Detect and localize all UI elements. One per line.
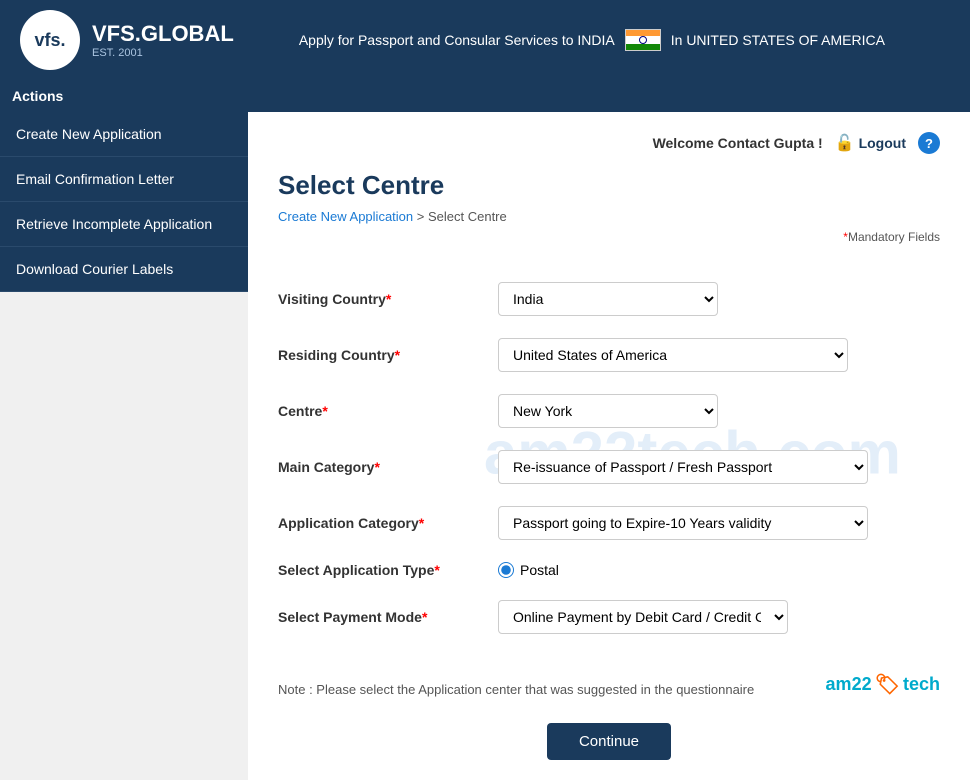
brand-name: VFS.GLOBAL xyxy=(92,21,234,47)
sidebar-item-create-new-application[interactable]: Create New Application xyxy=(0,112,248,157)
form-section: Select Centre Create New Application > S… xyxy=(278,170,940,760)
app-type-row: Select Application Type* Postal xyxy=(278,558,940,582)
payment-mode-label: Select Payment Mode* xyxy=(278,596,498,638)
vfs-logo: vfs. xyxy=(20,10,80,70)
visiting-country-row: Visiting Country* India xyxy=(278,278,940,320)
app-type-postal-option[interactable]: Postal xyxy=(498,562,940,578)
app-type-label: Select Application Type* xyxy=(278,558,498,582)
logout-button[interactable]: 🔓 Logout xyxy=(835,133,906,153)
centre-row: Centre* New York xyxy=(278,390,940,432)
brand-est: EST. 2001 xyxy=(92,47,234,59)
logout-icon: 🔓 xyxy=(835,133,855,153)
main-category-label: Main Category* xyxy=(278,446,498,488)
sidebar-item-download-courier-labels[interactable]: Download Courier Labels xyxy=(0,247,248,292)
logo-area: vfs. VFS.GLOBAL EST. 2001 xyxy=(20,10,234,70)
breadcrumb-parent[interactable]: Create New Application xyxy=(278,209,413,224)
help-icon[interactable]: ? xyxy=(918,132,940,154)
payment-mode-row: Select Payment Mode* Online Payment by D… xyxy=(278,596,940,638)
visiting-country-select[interactable]: India xyxy=(498,282,718,316)
centre-select[interactable]: New York xyxy=(498,394,718,428)
content-topbar: Welcome Contact Gupta ! 🔓 Logout ? xyxy=(278,132,940,154)
breadcrumb: Create New Application > Select Centre xyxy=(278,209,940,224)
main-category-select[interactable]: Re-issuance of Passport / Fresh Passport xyxy=(498,450,868,484)
brand-tag-icon: 🏷 xyxy=(875,672,900,697)
app-category-row: Application Category* Passport going to … xyxy=(278,502,940,544)
welcome-text: Welcome Contact Gupta ! xyxy=(653,135,823,151)
note-text: Note : Please select the Application cen… xyxy=(278,682,754,697)
header-tagline: Apply for Passport and Consular Services… xyxy=(234,29,950,51)
mandatory-note: *Mandatory Fields xyxy=(278,230,940,244)
payment-mode-select[interactable]: Online Payment by Debit Card / Credit Ca… xyxy=(498,600,788,634)
content-area: am22tech.com Welcome Contact Gupta ! 🔓 L… xyxy=(248,112,970,780)
am22-brand: am22 🏷 tech xyxy=(826,672,940,697)
app-category-label: Application Category* xyxy=(278,502,498,544)
visiting-country-label: Visiting Country* xyxy=(278,278,498,320)
app-category-select[interactable]: Passport going to Expire-10 Years validi… xyxy=(498,506,868,540)
residing-country-row: Residing Country* United States of Ameri… xyxy=(278,334,940,376)
centre-label: Centre* xyxy=(278,390,498,432)
button-row: Continue xyxy=(278,713,940,760)
main-layout: Create New Application Email Confirmatio… xyxy=(0,112,970,780)
sidebar-item-email-confirmation-letter[interactable]: Email Confirmation Letter xyxy=(0,157,248,202)
breadcrumb-current: Select Centre xyxy=(428,209,507,224)
residing-country-label: Residing Country* xyxy=(278,334,498,376)
header: vfs. VFS.GLOBAL EST. 2001 Apply for Pass… xyxy=(0,0,970,80)
page-title: Select Centre xyxy=(278,170,940,201)
main-category-row: Main Category* Re-issuance of Passport /… xyxy=(278,446,940,488)
continue-button[interactable]: Continue xyxy=(547,723,671,760)
sidebar: Create New Application Email Confirmatio… xyxy=(0,112,248,780)
note-brand-row: Note : Please select the Application cen… xyxy=(278,672,940,697)
form-table: Visiting Country* India Residing Country… xyxy=(278,264,940,652)
actions-bar: Actions xyxy=(0,80,970,112)
india-flag xyxy=(625,29,661,51)
sidebar-item-retrieve-incomplete-application[interactable]: Retrieve Incomplete Application xyxy=(0,202,248,247)
breadcrumb-separator: > xyxy=(417,209,428,224)
app-type-postal-radio[interactable] xyxy=(498,562,514,578)
residing-country-select[interactable]: United States of America xyxy=(498,338,848,372)
